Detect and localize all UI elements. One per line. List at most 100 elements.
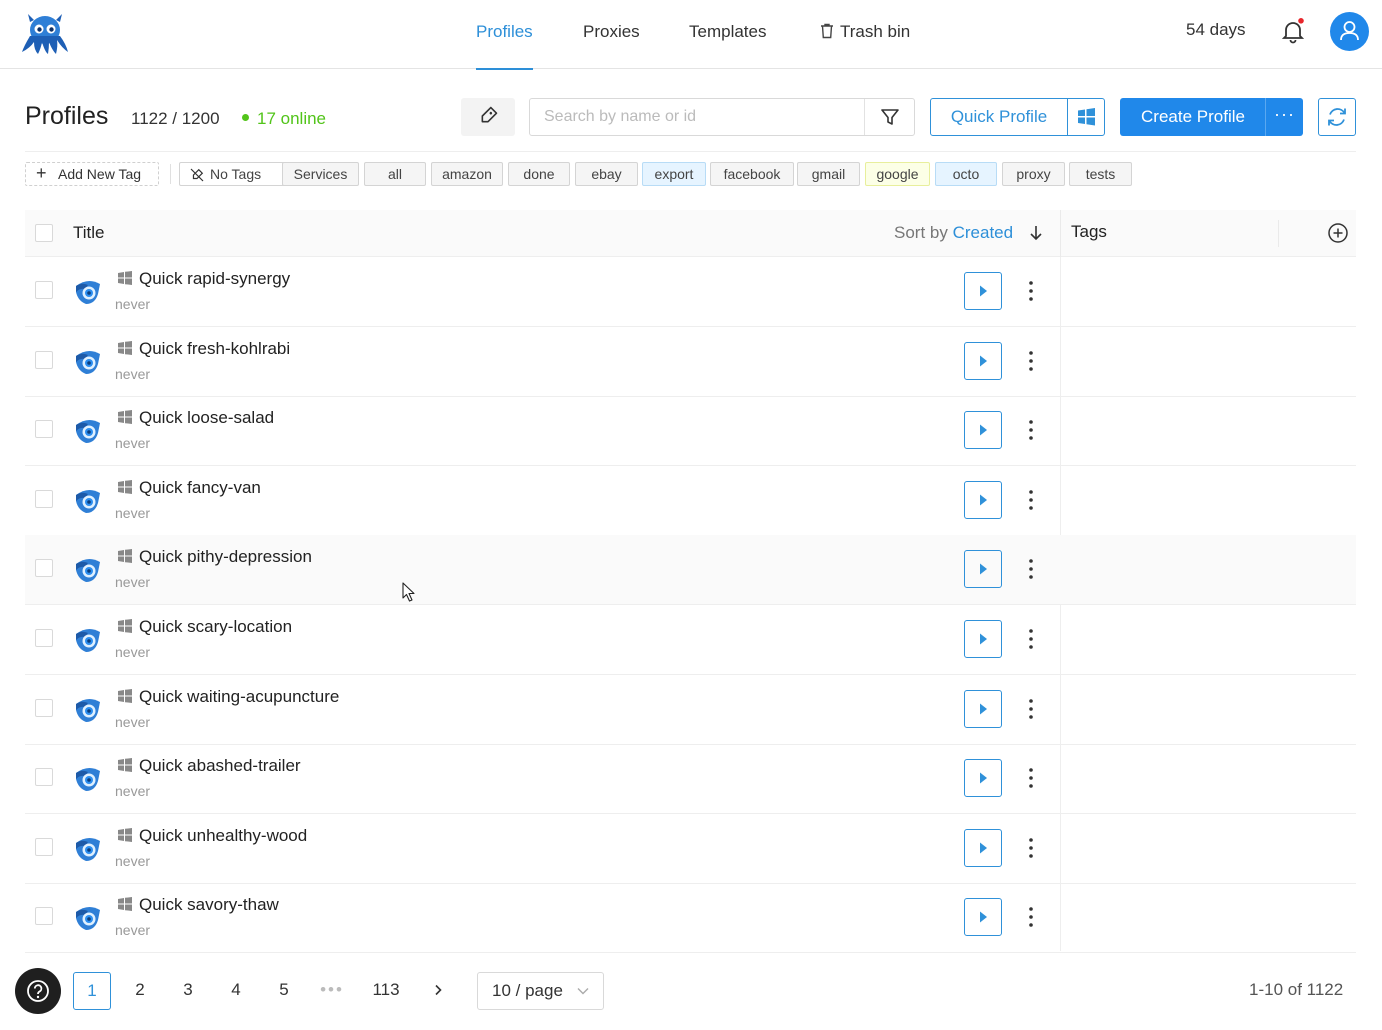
page-button-4[interactable]: 4 — [217, 972, 255, 1010]
nav-tab-trash-bin[interactable]: Trash bin — [820, 0, 910, 69]
next-page-button[interactable] — [419, 972, 457, 1010]
more-options-icon[interactable] — [1023, 488, 1039, 512]
sort-field[interactable]: Created — [953, 223, 1013, 242]
more-options-icon[interactable] — [1023, 418, 1039, 442]
page-button-1[interactable]: 1 — [73, 972, 111, 1010]
more-options-icon[interactable] — [1023, 766, 1039, 790]
tag-chip-export[interactable]: export — [642, 162, 706, 186]
nav-tab-proxies[interactable]: Proxies — [583, 0, 640, 69]
start-profile-button[interactable] — [964, 272, 1002, 310]
quick-profile-button[interactable]: Quick Profile — [930, 98, 1068, 136]
octopus-logo-icon[interactable] — [18, 8, 72, 56]
table-row[interactable]: Quick unhealthy-wood never — [25, 814, 1356, 884]
row-checkbox[interactable] — [35, 838, 53, 856]
create-profile-button[interactable]: Create Profile — [1120, 98, 1266, 136]
row-checkbox[interactable] — [35, 907, 53, 925]
tag-chip-done[interactable]: done — [508, 162, 570, 186]
more-options-icon[interactable] — [1023, 279, 1039, 303]
profile-browser-icon — [76, 489, 100, 513]
refresh-button[interactable] — [1318, 98, 1356, 136]
row-checkbox[interactable] — [35, 281, 53, 299]
profile-last-run: never — [115, 505, 151, 521]
more-options-icon[interactable] — [1023, 557, 1039, 581]
start-profile-button[interactable] — [964, 620, 1002, 658]
row-checkbox[interactable] — [35, 768, 53, 786]
search-input[interactable] — [530, 99, 864, 135]
table-row[interactable]: Quick scary-location never — [25, 605, 1356, 675]
row-checkbox[interactable] — [35, 351, 53, 369]
start-profile-button[interactable] — [964, 690, 1002, 728]
page-button-2[interactable]: 2 — [121, 972, 159, 1010]
row-checkbox[interactable] — [35, 490, 53, 508]
more-options-icon[interactable] — [1023, 349, 1039, 373]
tag-chip-services[interactable]: Services — [282, 162, 359, 186]
profile-last-run: never — [115, 783, 151, 799]
notification-bell-icon[interactable] — [1282, 18, 1304, 44]
row-checkbox[interactable] — [35, 699, 53, 717]
start-profile-button[interactable] — [964, 342, 1002, 380]
start-profile-button[interactable] — [964, 759, 1002, 797]
table-row[interactable]: Quick rapid-synergy never — [25, 257, 1356, 327]
quick-profile-os-button[interactable] — [1067, 98, 1105, 136]
table-row[interactable]: Quick waiting-acupuncture never — [25, 675, 1356, 745]
table-row[interactable]: Quick fancy-van never — [25, 466, 1356, 536]
tag-chip-ebay[interactable]: ebay — [575, 162, 638, 186]
start-profile-button[interactable] — [964, 411, 1002, 449]
profile-name[interactable]: Quick abashed-trailer — [139, 756, 301, 776]
profile-last-run: never — [115, 644, 151, 660]
tag-chip-google[interactable]: google — [865, 162, 930, 186]
add-new-tag-button[interactable]: + Add New Tag — [25, 162, 159, 186]
page-size-select[interactable]: 10 / page — [477, 972, 604, 1010]
profile-name[interactable]: Quick fancy-van — [139, 478, 261, 498]
sort-control[interactable]: Sort by Created — [894, 223, 1013, 243]
start-profile-button[interactable] — [964, 481, 1002, 519]
nav-tab-templates[interactable]: Templates — [689, 0, 766, 69]
create-profile-more-button[interactable]: ··· — [1265, 98, 1303, 136]
profile-name[interactable]: Quick waiting-acupuncture — [139, 687, 339, 707]
profile-name[interactable]: Quick fresh-kohlrabi — [139, 339, 290, 359]
help-icon — [27, 980, 49, 1002]
tag-chip-octo[interactable]: octo — [935, 162, 997, 186]
tag-filter-button[interactable] — [461, 98, 515, 136]
page-button-3[interactable]: 3 — [169, 972, 207, 1010]
add-column-icon[interactable] — [1327, 222, 1349, 244]
page-jump-ellipsis[interactable]: ••• — [313, 972, 351, 1010]
more-options-icon[interactable] — [1023, 905, 1039, 929]
row-checkbox[interactable] — [35, 629, 53, 647]
profile-name[interactable]: Quick rapid-synergy — [139, 269, 290, 289]
user-avatar[interactable] — [1330, 12, 1369, 51]
start-profile-button[interactable] — [964, 550, 1002, 588]
more-options-icon[interactable] — [1023, 627, 1039, 651]
tag-chip-proxy[interactable]: proxy — [1002, 162, 1065, 186]
tag-chip-tests[interactable]: tests — [1069, 162, 1132, 186]
page-button-5[interactable]: 5 — [265, 972, 303, 1010]
table-row[interactable]: Quick pithy-depression never — [25, 535, 1356, 605]
chevron-right-icon — [435, 984, 442, 996]
page-button-last[interactable]: 113 — [362, 972, 410, 1010]
row-checkbox[interactable] — [35, 559, 53, 577]
profile-name[interactable]: Quick unhealthy-wood — [139, 826, 307, 846]
nav-tab-profiles[interactable]: Profiles — [476, 0, 533, 70]
profile-name[interactable]: Quick loose-salad — [139, 408, 274, 428]
start-profile-button[interactable] — [964, 829, 1002, 867]
tag-chip-amazon[interactable]: amazon — [431, 162, 503, 186]
table-row[interactable]: Quick fresh-kohlrabi never — [25, 327, 1356, 397]
profile-name[interactable]: Quick savory-thaw — [139, 895, 279, 915]
arrow-down-icon[interactable] — [1029, 224, 1043, 242]
filter-button[interactable] — [864, 99, 914, 135]
table-row[interactable]: Quick savory-thaw never — [25, 883, 1356, 953]
row-checkbox[interactable] — [35, 420, 53, 438]
trash-icon — [821, 23, 833, 39]
tag-chip-facebook[interactable]: facebook — [710, 162, 794, 186]
table-row[interactable]: Quick abashed-trailer never — [25, 744, 1356, 814]
more-options-icon[interactable] — [1023, 697, 1039, 721]
help-button[interactable] — [15, 968, 61, 1014]
select-all-checkbox[interactable] — [35, 224, 53, 242]
start-profile-button[interactable] — [964, 898, 1002, 936]
tag-chip-gmail[interactable]: gmail — [797, 162, 860, 186]
profile-name[interactable]: Quick scary-location — [139, 617, 292, 637]
profile-name[interactable]: Quick pithy-depression — [139, 547, 312, 567]
table-row[interactable]: Quick loose-salad never — [25, 396, 1356, 466]
more-options-icon[interactable] — [1023, 836, 1039, 860]
tag-chip-all[interactable]: all — [364, 162, 426, 186]
